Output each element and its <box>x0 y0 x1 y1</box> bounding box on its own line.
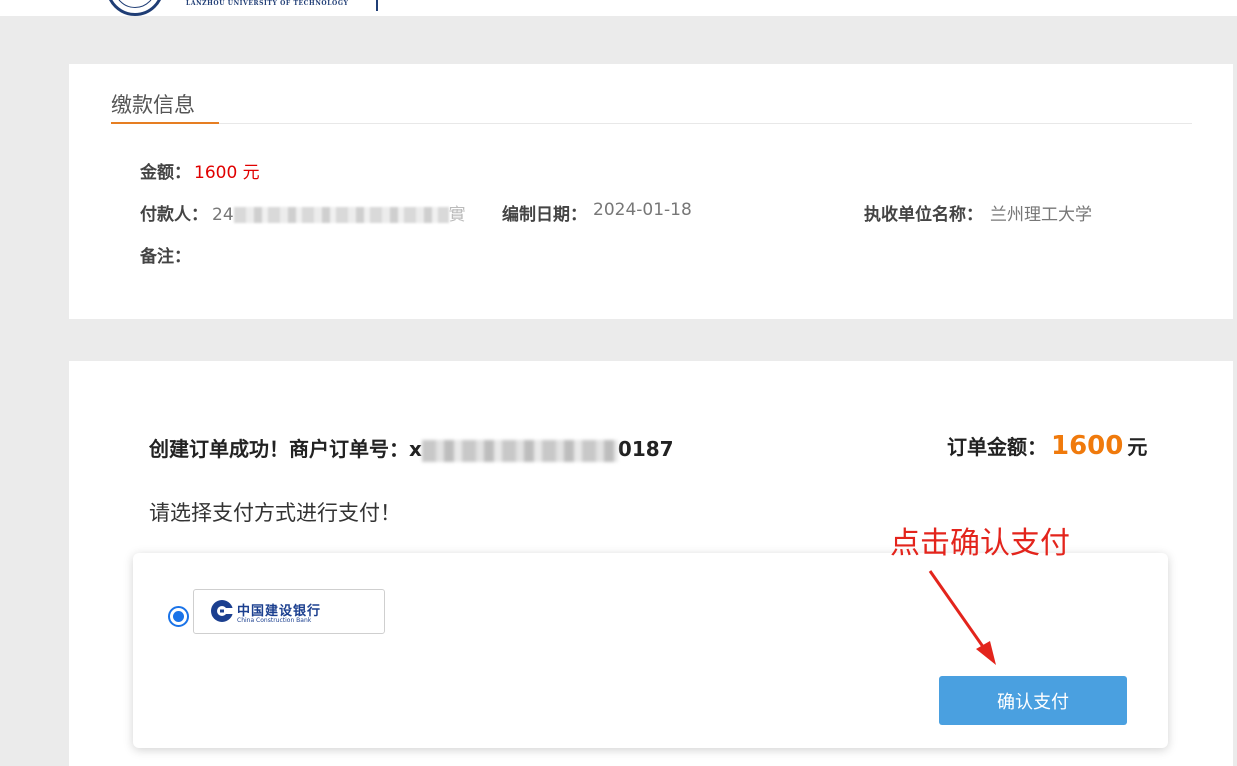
order-no-suffix: 0187 <box>617 437 674 461</box>
payer-value-prefix: 24 <box>212 205 234 225</box>
unit-label: 执收单位名称： <box>864 205 983 225</box>
university-seal-logo <box>106 0 164 16</box>
confirm-payment-button[interactable]: 确认支付 <box>939 676 1127 725</box>
bank-option-ccb[interactable]: 中国建设银行 China Construction Bank <box>193 589 385 634</box>
title-divider <box>111 123 1192 124</box>
amount-value: 1600 元 <box>194 163 260 183</box>
payer-value: 24 實 <box>212 200 466 225</box>
bank-radio[interactable] <box>168 606 189 627</box>
bank-name-en: China Construction Bank <box>237 617 312 624</box>
order-success-line: 创建订单成功！商户订单号：x 0187 <box>149 433 674 462</box>
payment-prompt: 请选择支付方式进行支付！ <box>149 501 401 525</box>
order-success-text: 创建订单成功！商户订单号： <box>149 437 409 461</box>
logo-divider <box>376 0 378 11</box>
date-value: 2024-01-18 <box>593 200 692 220</box>
order-amount-unit: 元 <box>1127 435 1148 459</box>
order-no-prefix: x <box>409 437 422 461</box>
ccb-logo-icon <box>211 600 234 622</box>
payer-redacted <box>233 207 449 223</box>
annotation-arrow-icon <box>928 570 996 665</box>
payer-value-suffix: 實 <box>448 205 466 225</box>
date-label: 编制日期： <box>502 205 587 225</box>
payment-method-card: 中国建设银行 China Construction Bank 确认支付 <box>133 553 1168 748</box>
panel-title: 缴款信息 <box>111 93 195 117</box>
amount-label: 金额： <box>140 163 191 183</box>
order-no-redacted <box>421 439 618 462</box>
order-amount: 订单金额： 1600 元 <box>947 431 1147 461</box>
logo-text: LANZHOU UNIVERSITY OF TECHNOLOGY <box>186 0 349 7</box>
order-amount-value: 1600 <box>1051 431 1124 461</box>
annotation-text: 点击确认支付 <box>890 526 1070 561</box>
title-underline <box>111 122 219 124</box>
unit-value: 兰州理工大学 <box>990 205 1092 225</box>
remark-label: 备注： <box>140 247 191 267</box>
payer-label: 付款人： <box>140 205 208 225</box>
payment-info-panel: 缴款信息 金额： 1600 元 付款人： 24 實 编制日期： 2024-01-1… <box>69 64 1233 319</box>
order-amount-label: 订单金额： <box>947 435 1047 459</box>
top-header: LANZHOU UNIVERSITY OF TECHNOLOGY <box>0 0 1237 16</box>
